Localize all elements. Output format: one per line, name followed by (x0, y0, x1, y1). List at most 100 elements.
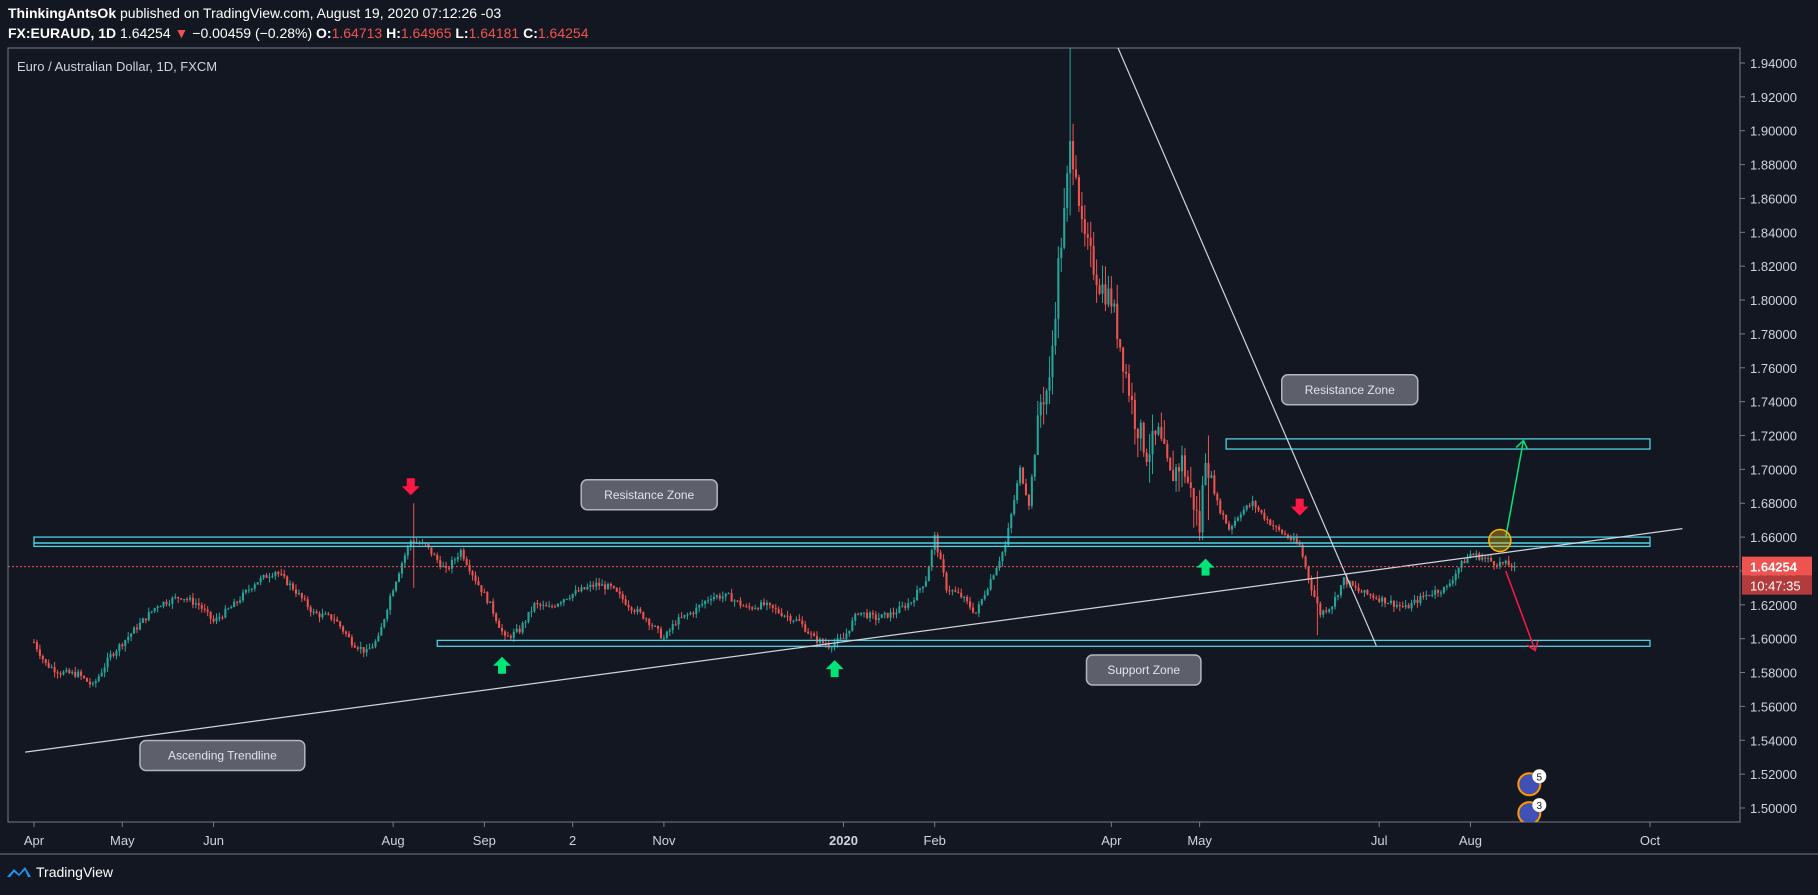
candle (739, 597, 742, 609)
candle (244, 589, 247, 595)
candle (798, 614, 801, 622)
candle (1154, 430, 1157, 445)
candle-body (751, 607, 754, 609)
candle-body (795, 619, 798, 621)
candle-body (910, 602, 913, 604)
candle (1245, 504, 1248, 512)
candle (771, 604, 774, 613)
candle (309, 605, 312, 617)
x-tick-label: Aug (382, 833, 405, 848)
candle-body (333, 619, 336, 621)
candle (601, 579, 604, 586)
candle-body (450, 560, 454, 569)
candle-body (141, 618, 144, 623)
candle-body (150, 611, 153, 613)
candle-body (898, 606, 901, 613)
symbol-label[interactable]: FX:EURAUD, 1D (8, 25, 116, 41)
candle (624, 595, 627, 606)
candle (1278, 524, 1281, 532)
candle (609, 582, 612, 590)
candle (480, 585, 483, 597)
candle-body (247, 589, 250, 591)
candle (1501, 561, 1504, 566)
candle-body (1201, 485, 1204, 533)
candle-body (1269, 519, 1272, 526)
candle-body (686, 614, 689, 616)
candle-body (762, 602, 766, 605)
candle (253, 582, 256, 592)
candle-body (1248, 505, 1251, 507)
candle (1045, 388, 1048, 415)
candle (1069, 48, 1072, 216)
event-badge-2: 3 (1517, 798, 1547, 822)
resistance-zone-callout: Resistance Zone (580, 479, 718, 511)
candle (521, 621, 524, 635)
candle-body (1487, 557, 1490, 559)
candle-body (147, 612, 150, 621)
arrow-up-1-up-arrow-icon (493, 656, 512, 674)
candle-body (1157, 426, 1160, 435)
candle (974, 612, 977, 615)
candle (1363, 589, 1366, 598)
candle (1016, 480, 1019, 504)
candle (118, 643, 121, 657)
candle (907, 598, 910, 611)
candle (721, 591, 724, 603)
candle-body (595, 582, 598, 587)
candle-body (892, 612, 895, 615)
candle-body (1357, 587, 1360, 592)
candle-body (1113, 303, 1116, 307)
candle-body (880, 614, 883, 619)
x-tick-label: Feb (924, 833, 946, 848)
candle (963, 595, 966, 603)
candle (1142, 421, 1145, 457)
candle-body (65, 669, 68, 672)
candle-body (503, 631, 506, 636)
candle (1289, 534, 1292, 542)
candle-body (112, 653, 115, 656)
candle-body (992, 575, 995, 580)
candle-body (377, 635, 380, 642)
candle (1024, 478, 1028, 496)
candle-body (792, 620, 795, 622)
candle-body (77, 671, 80, 677)
price-chart[interactable]: Resistance Zone Resistance Zone Support Zo… (0, 0, 1818, 895)
candle (1351, 580, 1354, 587)
candle-body (695, 607, 698, 615)
candle-body (986, 589, 989, 596)
candle-body (1325, 610, 1328, 612)
candle-body (1239, 514, 1242, 518)
tradingview-footer[interactable]: TradingView (6, 864, 113, 880)
chart-area[interactable]: Resistance Zone Resistance Zone Support Zo… (0, 0, 1818, 895)
candle-body (977, 604, 980, 614)
candle-body (648, 619, 651, 626)
candle (256, 582, 259, 585)
candle-body (1492, 561, 1496, 566)
candle-body (1413, 599, 1416, 603)
candle (241, 589, 245, 603)
candle (801, 616, 804, 628)
y-tick-label: 1.74000 (1750, 395, 1797, 410)
author-name[interactable]: ThinkingAntsOk (8, 5, 116, 21)
candle-body (636, 608, 639, 612)
candle-body (41, 655, 44, 660)
candle-body (1228, 523, 1231, 530)
candle (327, 611, 330, 616)
candle-body (692, 612, 695, 615)
candle-body (548, 606, 551, 608)
candle-body (1089, 237, 1092, 246)
candle (492, 598, 495, 617)
candle (1233, 516, 1236, 529)
candle-body (259, 577, 262, 583)
candle (1263, 508, 1266, 522)
candle-body (312, 611, 315, 613)
open-label: O: (316, 25, 332, 41)
candle (1454, 569, 1457, 586)
candle-body (1242, 509, 1245, 515)
candle (804, 620, 807, 633)
candle-body (727, 593, 730, 595)
y-tick-label: 1.58000 (1750, 666, 1797, 681)
candle (212, 615, 215, 624)
candle-body (1145, 452, 1148, 462)
candle (359, 641, 362, 654)
